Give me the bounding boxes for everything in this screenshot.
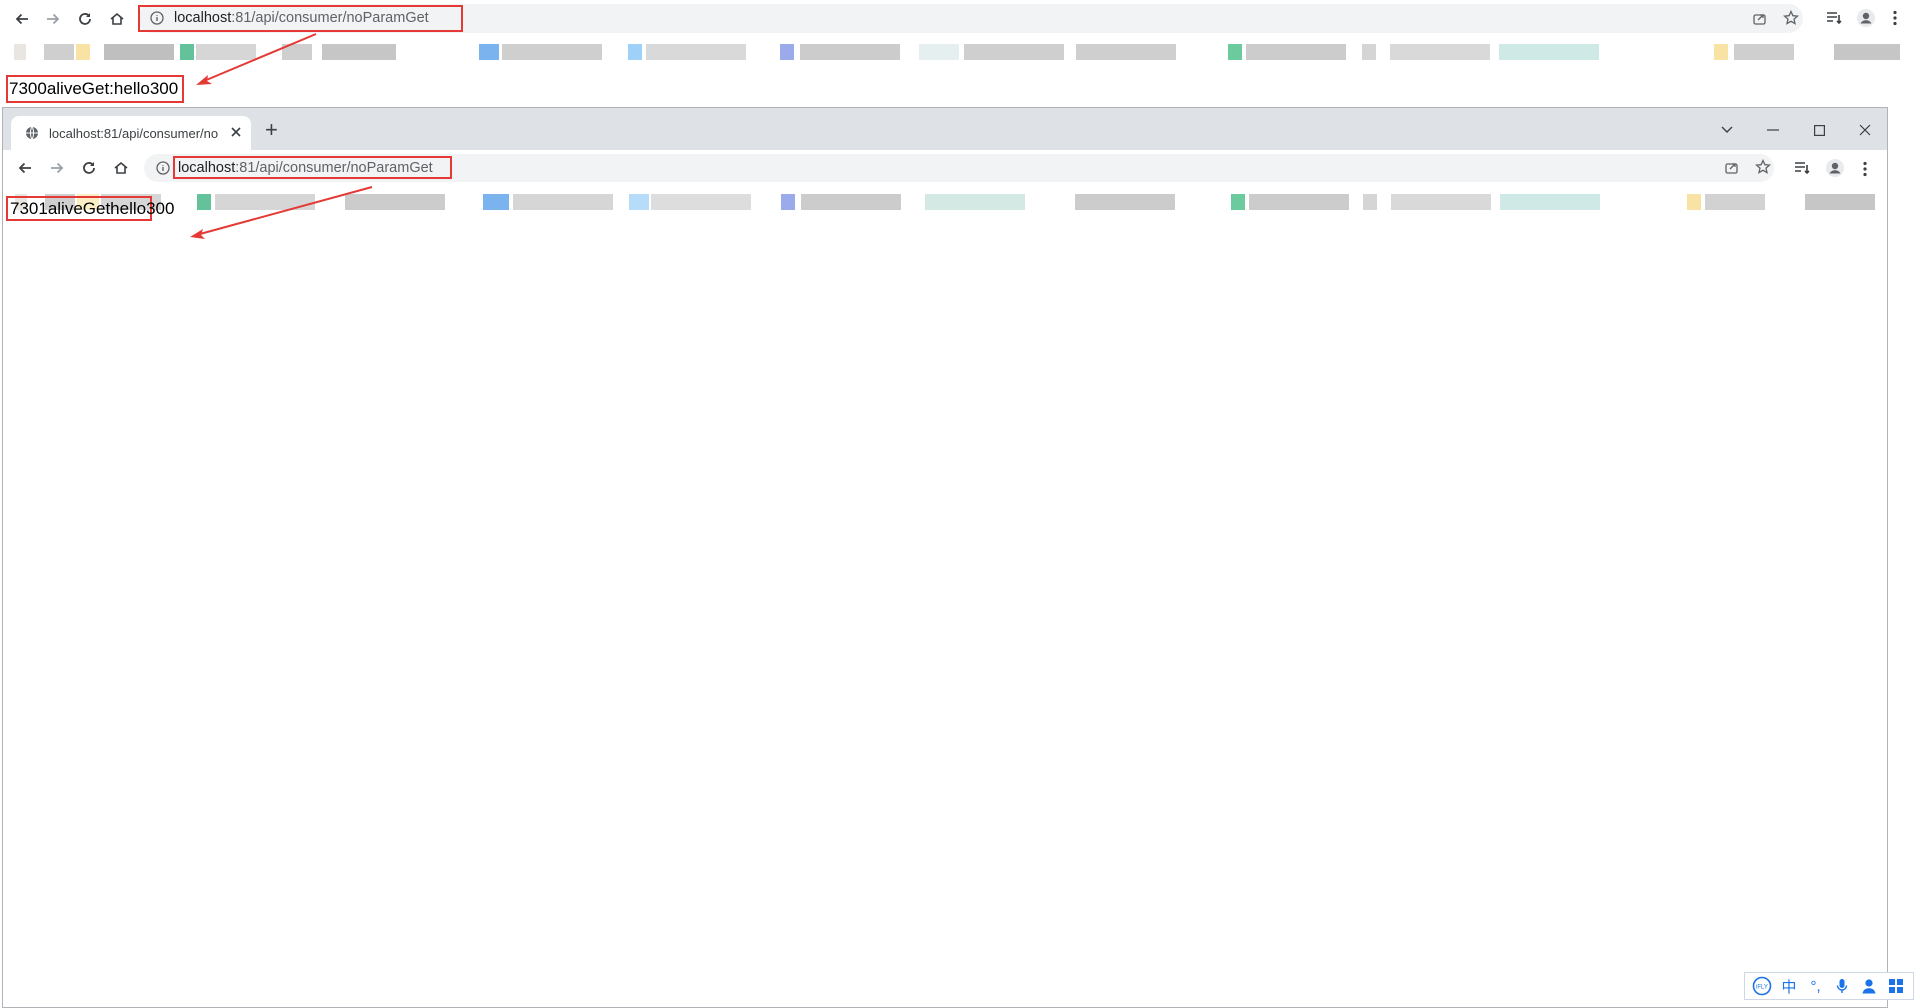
bookmark-blur [925,194,1025,210]
new-tab-button[interactable]: + [265,117,278,143]
star-icon[interactable] [1755,159,1771,175]
star-icon[interactable] [1783,10,1799,26]
bookmark-blur [479,44,499,60]
bookmark-blur [1687,194,1701,210]
bookmark-blur [513,194,613,210]
ime-chinese-mode-button[interactable]: 中 [1779,976,1799,996]
browser-tab[interactable]: localhost:81/api/consumer/no [11,116,251,150]
kebab-menu-icon[interactable] [1863,161,1867,177]
reading-list-icon[interactable] [1826,11,1842,25]
minimize-icon [1767,129,1779,131]
bookmark-blur [646,44,746,60]
ime-punctuation-button[interactable]: °, [1806,976,1826,996]
bookmark-blur [1734,44,1794,60]
share-icon[interactable] [1752,11,1767,26]
bookmark-blur [1499,44,1599,60]
close-icon[interactable] [231,127,241,137]
bookmark-blur [1076,44,1176,60]
bookmark-blur [919,44,959,60]
chevron-down-icon [1721,126,1733,133]
annotation-arrow-top [196,33,317,85]
bookmark-blur [1246,44,1346,60]
share-icon[interactable] [1724,160,1739,175]
bookmark-blur [1249,194,1349,210]
bookmark-blur [628,44,642,60]
bookmark-blur [1834,44,1900,60]
bookmark-blur [1228,44,1242,60]
globe-icon [25,126,39,140]
close-icon [1859,124,1871,136]
bookmark-blur [780,44,794,60]
maximize-icon [1813,124,1825,136]
maximize-button[interactable] [1799,118,1839,142]
bookmark-blur [1391,194,1491,210]
tab-title: localhost:81/api/consumer/no [49,126,219,141]
reading-list-icon[interactable] [1794,161,1810,175]
bookmark-blur [1390,44,1490,60]
kebab-menu-icon[interactable] [1893,10,1897,26]
bookmark-blur [800,44,900,60]
bookmark-blur [801,194,901,210]
microphone-icon[interactable] [1832,976,1852,996]
bookmark-blur [1231,194,1245,210]
title-bar: localhost:81/api/consumer/no + [3,108,1887,150]
bookmark-blur [651,194,751,210]
bookmark-blur [1705,194,1765,210]
bookmark-blur [629,194,649,210]
bookmark-blur [1805,194,1875,210]
minimize-button[interactable] [1753,118,1793,142]
bookmark-blur [1714,44,1728,60]
bookmark-blur [1075,194,1175,210]
bookmark-blur [781,194,795,210]
bookmark-blur [1363,194,1377,210]
ifly-logo-icon[interactable]: iFLY [1752,976,1772,996]
bookmark-blur [1362,44,1376,60]
annotation-arrow [190,186,373,239]
user-icon[interactable] [1859,976,1879,996]
grid-icon[interactable] [1886,976,1906,996]
profile-icon[interactable] [1856,8,1876,28]
ifly-logo-lettering: iFLY [1756,985,1768,991]
bookmark-blur [964,44,1064,60]
bookmark-blur [483,194,509,210]
bookmark-blur [1500,194,1600,210]
window-close-button[interactable] [1845,118,1885,142]
bookmark-blur [502,44,602,60]
ime-toolbar: iFLY 中 °, [1744,972,1914,1000]
tab-search-button[interactable] [1707,118,1747,142]
profile-icon[interactable] [1825,158,1845,178]
